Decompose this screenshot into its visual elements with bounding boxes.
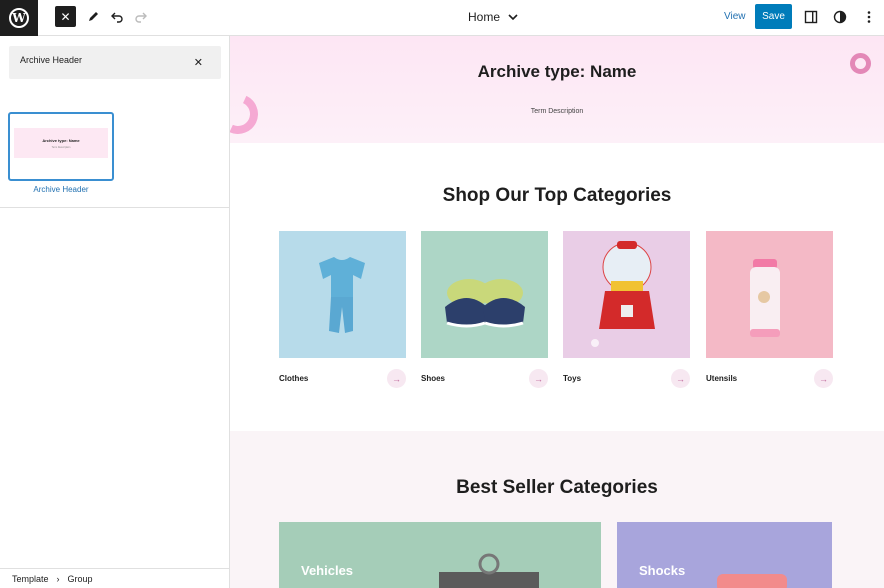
pencil-icon[interactable]	[84, 8, 102, 26]
best-seller-section[interactable]: Best Seller Categories Vehicles Shocks	[230, 431, 884, 588]
breadcrumb-item-group[interactable]: Group	[68, 574, 93, 584]
view-link[interactable]: View	[724, 11, 746, 22]
pattern-search: ✕	[9, 46, 221, 79]
document-title-dropdown[interactable]: Home	[468, 10, 518, 24]
divider	[0, 207, 229, 208]
arrow-right-icon[interactable]: →	[814, 369, 833, 388]
arrow-right-icon[interactable]: →	[387, 369, 406, 388]
category-image-toys	[563, 231, 690, 358]
pattern-search-input[interactable]	[20, 55, 190, 65]
category-image-shoes	[421, 231, 548, 358]
best-seller-card-title: Shocks	[639, 563, 686, 578]
arrow-right-icon[interactable]: →	[529, 369, 548, 388]
category-name[interactable]: Toys	[563, 374, 581, 383]
category-name[interactable]: Clothes	[279, 374, 308, 383]
best-seller-title: Best Seller Categories	[456, 477, 658, 498]
document-title: Home	[468, 10, 501, 24]
archive-title: Archive type: Name	[477, 62, 637, 81]
best-seller-card-shocks[interactable]: Shocks	[617, 522, 832, 588]
archive-header[interactable]: Archive type: Name Term Description	[230, 36, 884, 143]
breadcrumb-separator: ›	[56, 573, 60, 584]
breadcrumb-item-template[interactable]: Template	[12, 574, 49, 584]
wordpress-icon: W	[9, 8, 29, 28]
editor-canvas[interactable]: Archive type: Name Term Description Shop…	[230, 36, 884, 588]
category-card-shoes[interactable]: Shoes →	[421, 231, 548, 388]
category-card-toys[interactable]: Toys →	[563, 231, 690, 388]
pattern-preview-title: Archive type: Name	[42, 137, 80, 143]
pattern-preview-subtitle: Term Description	[51, 145, 71, 149]
pattern-sidebar: ✕ Archive type: Name Term Description Ar…	[0, 36, 230, 588]
pattern-preview-card[interactable]: Archive type: Name Term Description	[8, 112, 114, 181]
category-card-utensils[interactable]: Utensils →	[706, 231, 833, 388]
sidebar-toggle-icon[interactable]	[802, 8, 820, 26]
editor-top-bar: W ✕ Home View Save	[0, 0, 884, 36]
close-icon[interactable]: ✕	[55, 6, 76, 27]
category-name[interactable]: Utensils	[706, 374, 737, 383]
best-seller-card-title: Vehicles	[301, 563, 354, 578]
best-seller-card-vehicles[interactable]: Vehicles	[279, 522, 601, 588]
chevron-down-icon	[508, 14, 518, 21]
top-categories-title: Shop Our Top Categories	[442, 185, 672, 206]
save-button[interactable]: Save	[755, 4, 792, 29]
styles-icon[interactable]	[831, 8, 849, 26]
pattern-label[interactable]: Archive Header	[8, 185, 114, 194]
pattern-preview: Archive type: Name Term Description	[14, 128, 108, 158]
clear-search-icon[interactable]: ✕	[194, 56, 203, 69]
options-menu-icon[interactable]	[860, 8, 878, 26]
redo-icon[interactable]	[132, 8, 150, 26]
wordpress-logo-button[interactable]: W	[0, 0, 38, 36]
category-image-clothes	[279, 231, 406, 358]
category-image-utensils	[706, 231, 833, 358]
category-card-clothes[interactable]: Clothes →	[279, 231, 406, 388]
arrow-right-icon[interactable]: →	[671, 369, 690, 388]
term-description: Term Description	[530, 108, 584, 115]
category-name[interactable]: Shoes	[421, 374, 445, 383]
breadcrumb: Template › Group	[0, 568, 229, 588]
undo-icon[interactable]	[108, 8, 126, 26]
